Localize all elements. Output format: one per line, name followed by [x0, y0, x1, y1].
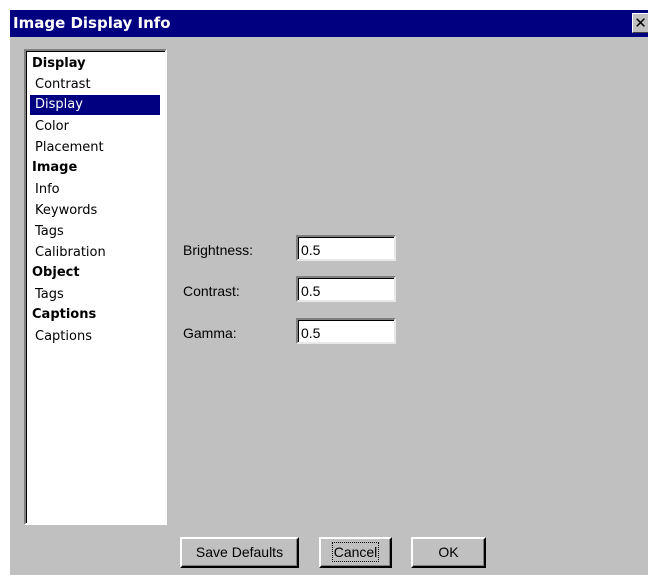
window-title: Image Display Info [13, 14, 171, 32]
nav-item-color[interactable]: Color [30, 117, 72, 137]
nav-item-display-selected[interactable]: Display [30, 95, 160, 115]
category-list[interactable]: Display Contrast Display Color Placement… [24, 49, 167, 525]
close-icon[interactable]: ✕ [632, 13, 648, 33]
nav-item-object-tags[interactable]: Tags [30, 285, 67, 305]
ok-label: OK [438, 544, 459, 560]
nav-header-display[interactable]: Display [29, 54, 89, 74]
save-defaults-label: Save Defaults [195, 544, 284, 560]
contrast-field[interactable] [296, 276, 396, 302]
save-defaults-button[interactable]: Save Defaults [180, 537, 299, 568]
nav-item-keywords[interactable]: Keywords [30, 201, 100, 221]
nav-item-info[interactable]: Info [30, 180, 63, 200]
brightness-field[interactable] [296, 235, 396, 261]
nav-header-captions[interactable]: Captions [29, 305, 99, 325]
nav-header-image[interactable]: Image [29, 158, 80, 178]
nav-item-contrast[interactable]: Contrast [30, 75, 94, 95]
cancel-button[interactable]: Cancel [319, 537, 392, 568]
contrast-label: Contrast: [183, 283, 240, 299]
gamma-label: Gamma: [183, 325, 237, 341]
cancel-label: Cancel [331, 542, 380, 562]
image-display-info-dialog: Image Display Info ✕ Display Contrast Di… [10, 10, 648, 575]
nav-item-placement[interactable]: Placement [30, 138, 107, 158]
title-bar[interactable]: Image Display Info ✕ [10, 10, 648, 37]
gamma-field[interactable] [296, 318, 396, 344]
nav-item-tags[interactable]: Tags [30, 222, 67, 242]
nav-item-calibration[interactable]: Calibration [30, 243, 109, 263]
brightness-label: Brightness: [183, 242, 254, 258]
nav-header-object[interactable]: Object [29, 263, 83, 283]
nav-item-captions[interactable]: Captions [30, 327, 95, 347]
ok-button[interactable]: OK [411, 537, 486, 568]
